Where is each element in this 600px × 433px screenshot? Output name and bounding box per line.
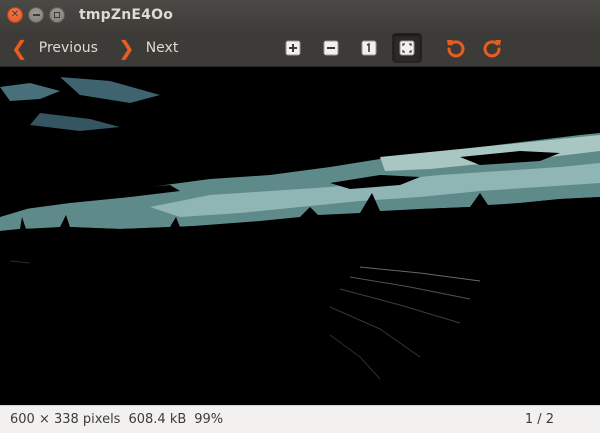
status-bar: 600 × 338 pixels 608.4 kB 99% 1 / 2 xyxy=(0,405,600,433)
image-viewer-window: ✕ tmpZnE4Oo ❮ Previous ❯ Next 600 × 338 … xyxy=(0,0,600,433)
window-controls: ✕ xyxy=(7,7,65,23)
maximize-window-button[interactable] xyxy=(49,7,65,23)
title-bar[interactable]: ✕ tmpZnE4Oo xyxy=(0,0,600,30)
minimize-window-button[interactable] xyxy=(28,7,44,23)
close-icon: ✕ xyxy=(10,9,20,20)
image-dimensions: 600 × 338 pixels xyxy=(10,412,121,427)
best-fit-icon xyxy=(399,40,415,56)
rotate-left-button[interactable] xyxy=(440,33,470,63)
rotate-left-icon xyxy=(447,40,465,58)
image-canvas[interactable] xyxy=(0,67,600,405)
close-window-button[interactable]: ✕ xyxy=(7,7,23,23)
zoom-level: 99% xyxy=(194,412,224,427)
previous-button[interactable]: ❮ Previous xyxy=(11,33,98,63)
window-title: tmpZnE4Oo xyxy=(79,7,174,23)
rotate-right-button[interactable] xyxy=(478,33,508,63)
file-size: 608.4 kB xyxy=(128,412,187,427)
next-label: Next xyxy=(145,40,179,56)
previous-label: Previous xyxy=(38,40,98,56)
zoom-out-button[interactable] xyxy=(316,33,346,63)
displayed-image xyxy=(0,67,600,405)
zoom-in-icon xyxy=(285,40,301,56)
normal-size-button[interactable] xyxy=(354,33,384,63)
page-indicator: 1 / 2 xyxy=(524,412,554,427)
chevron-left-icon: ❮ xyxy=(11,36,28,60)
zoom-out-icon xyxy=(323,40,339,56)
next-button[interactable]: ❯ Next xyxy=(118,33,178,63)
normal-size-icon xyxy=(361,40,377,56)
status-info: 600 × 338 pixels 608.4 kB 99% xyxy=(10,412,223,427)
minimize-icon xyxy=(32,14,40,16)
rotate-right-icon xyxy=(483,40,502,58)
toolbar: ❮ Previous ❯ Next xyxy=(0,30,600,67)
maximize-icon xyxy=(54,12,60,18)
zoom-in-button[interactable] xyxy=(278,33,308,63)
best-fit-button[interactable] xyxy=(392,33,423,63)
chevron-right-icon: ❯ xyxy=(117,36,135,60)
